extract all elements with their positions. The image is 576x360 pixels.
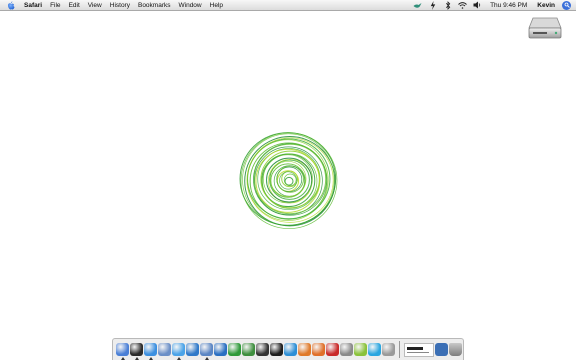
user-menu[interactable]: Kevin	[532, 2, 560, 9]
feather-icon[interactable]	[298, 343, 311, 356]
lightning-icon[interactable]	[428, 0, 437, 10]
menu-clock[interactable]: Thu 9:46 PM	[485, 2, 532, 9]
menu-help[interactable]: Help	[206, 0, 227, 11]
terminal-icon[interactable]	[256, 343, 269, 356]
menu-bar: Safari File Edit View History Bookmarks …	[0, 0, 576, 11]
preview-icon[interactable]	[200, 343, 213, 360]
quicktime-icon[interactable]	[186, 343, 199, 356]
wifi-icon[interactable]	[458, 1, 467, 10]
menu-view[interactable]: View	[84, 0, 106, 11]
bluetooth-icon[interactable]	[443, 0, 452, 10]
growl-icon[interactable]	[242, 343, 255, 356]
menu-bookmarks[interactable]: Bookmarks	[134, 0, 175, 11]
downloads-stack-icon[interactable]	[435, 343, 448, 356]
camino-icon[interactable]	[270, 343, 283, 356]
utility-icon[interactable]	[340, 343, 353, 356]
menu-file[interactable]: File	[46, 0, 64, 11]
pen-icon[interactable]	[284, 343, 297, 356]
swirl-ring	[283, 173, 297, 187]
menu-edit[interactable]: Edit	[65, 0, 84, 11]
hard-drive-icon[interactable]	[527, 14, 563, 40]
dock-separator	[399, 341, 400, 358]
menu-history[interactable]: History	[106, 0, 134, 11]
mail-icon[interactable]	[158, 343, 171, 356]
finder-icon[interactable]	[116, 343, 129, 360]
dashboard-icon[interactable]	[130, 343, 143, 360]
spotlight-icon[interactable]	[562, 0, 571, 10]
menu-window[interactable]: Window	[175, 0, 206, 11]
document-thumbnail-icon[interactable]	[404, 342, 434, 357]
menu-app-name[interactable]: Safari	[22, 0, 46, 11]
excel-icon[interactable]	[228, 343, 241, 356]
green-swirl-logo-icon	[239, 130, 339, 230]
firefox-icon[interactable]	[312, 343, 325, 356]
apple-menu-icon[interactable]	[6, 0, 16, 10]
system-preferences-icon[interactable]	[382, 343, 395, 356]
word-icon[interactable]	[214, 343, 227, 356]
flash-icon[interactable]	[326, 343, 339, 356]
menu-extras: Thu 9:46 PM Kevin	[410, 0, 576, 11]
skype-icon[interactable]	[368, 343, 381, 356]
android-icon[interactable]	[354, 343, 367, 356]
ichat-icon[interactable]	[172, 343, 185, 360]
safari-icon[interactable]	[144, 343, 157, 360]
trash-icon[interactable]	[449, 343, 462, 356]
dock	[112, 338, 464, 360]
bird-icon[interactable]	[413, 1, 422, 10]
volume-icon[interactable]	[473, 1, 482, 10]
